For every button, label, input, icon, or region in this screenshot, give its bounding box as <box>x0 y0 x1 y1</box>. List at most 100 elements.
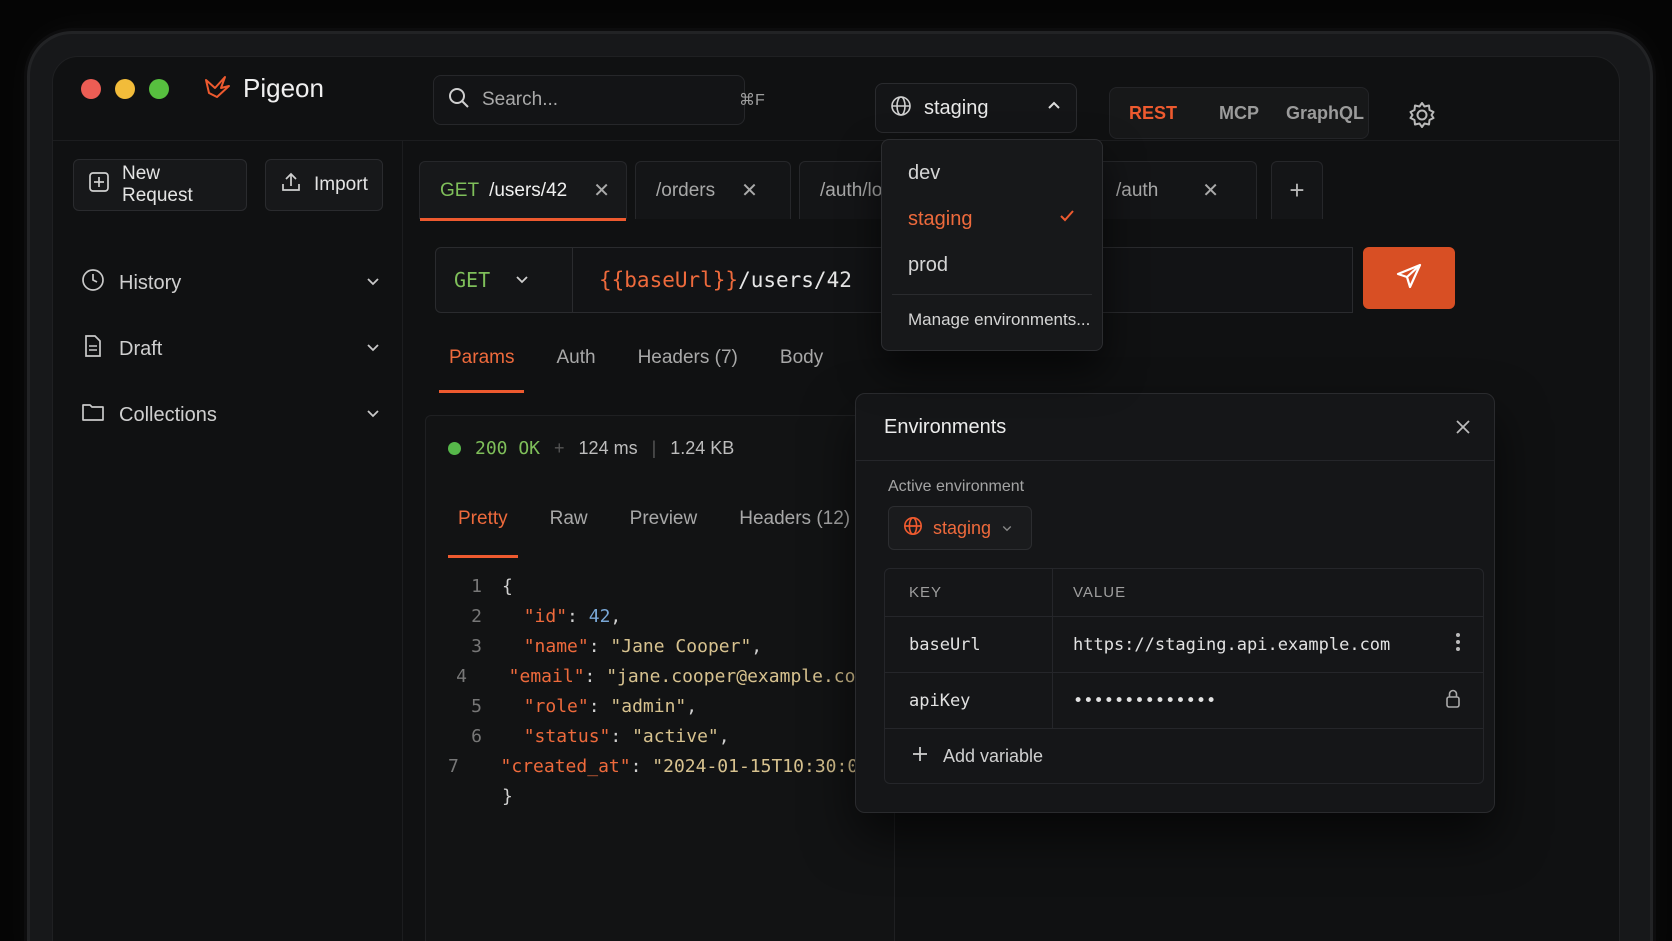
new-request-button[interactable]: New Request <box>73 159 247 211</box>
tab-headers[interactable]: Headers (7) <box>628 347 748 393</box>
line-number: 2 <box>471 606 482 627</box>
plus-icon <box>911 745 929 768</box>
protocol-mcp[interactable]: MCP <box>1196 103 1282 124</box>
table-header: KEY VALUE <box>885 569 1483 617</box>
plus-square-icon <box>88 171 110 199</box>
line-number: 4 <box>456 666 467 687</box>
chevron-down-icon <box>365 338 381 361</box>
variable-value-cell[interactable]: https://staging.api.example.com <box>1053 617 1483 672</box>
active-environment-select[interactable]: staging <box>888 506 1032 550</box>
close-window-button[interactable] <box>81 79 101 99</box>
brand: Pigeon <box>203 71 324 106</box>
app-name: Pigeon <box>243 73 324 103</box>
upload-icon <box>280 171 302 199</box>
code-line: 7 "created_at": "2024-01-15T10:30:00Z" <box>448 752 891 782</box>
tab-auth-settings[interactable]: Auth <box>546 347 605 393</box>
lock-icon[interactable] <box>1445 688 1461 713</box>
tab-params[interactable]: Params <box>439 347 525 393</box>
sidebar-item-history[interactable]: History <box>81 263 381 303</box>
json-value: "jane.cooper@example.com" <box>606 666 878 687</box>
code-brace: } <box>502 786 513 807</box>
protocol-graphql[interactable]: GraphQL <box>1282 103 1368 124</box>
json-key: "id" <box>523 606 568 627</box>
import-button[interactable]: Import <box>265 159 383 211</box>
sidebar-item-label: History <box>119 271 182 294</box>
status-dot-icon <box>448 442 461 455</box>
method-select-value: GET <box>454 268 491 292</box>
environment-option-staging[interactable]: staging <box>882 196 1102 242</box>
minimize-window-button[interactable] <box>115 79 135 99</box>
tab-method: GET <box>440 179 480 201</box>
tab-raw[interactable]: Raw <box>540 508 598 558</box>
tab-pretty[interactable]: Pretty <box>448 508 518 558</box>
line-number <box>448 782 482 812</box>
chevron-down-icon <box>365 272 381 295</box>
tab-path: /users/42 <box>489 179 568 201</box>
tab-orders[interactable]: /orders ✕ <box>635 161 791 219</box>
send-button[interactable] <box>1363 247 1455 309</box>
new-request-label: New Request <box>122 163 193 206</box>
environment-select-value: staging <box>924 96 989 119</box>
json-key: "role" <box>523 696 589 717</box>
variable-key[interactable]: apiKey <box>885 673 1053 728</box>
environment-dropdown: dev staging prod Manage environments... <box>881 139 1103 351</box>
chevron-down-icon <box>365 404 381 427</box>
chevron-up-icon <box>1046 98 1062 119</box>
code-line: 3 "name": "Jane Cooper", <box>448 632 888 662</box>
close-icon[interactable] <box>1454 418 1472 441</box>
code-line: 4 "email": "jane.cooper@example.com", <box>448 662 888 692</box>
variable-key[interactable]: baseUrl <box>885 617 1053 672</box>
add-tab-button[interactable]: + <box>1271 161 1323 219</box>
app-window: Pigeon ⌘F staging REST MCP GraphQL <box>52 56 1620 941</box>
json-value: "active" <box>632 726 719 747</box>
manage-environments-link[interactable]: Manage environments... <box>908 310 1090 330</box>
tab-preview[interactable]: Preview <box>620 508 708 558</box>
protocol-rest[interactable]: REST <box>1110 103 1196 124</box>
more-vertical-icon[interactable] <box>1455 632 1461 657</box>
json-key: "name" <box>523 636 589 657</box>
variable-value-cell[interactable]: •••••••••••••• <box>1053 673 1483 728</box>
send-icon <box>1394 261 1424 296</box>
globe-icon <box>890 95 912 122</box>
add-variable-button[interactable]: Add variable <box>885 729 1483 783</box>
response-tabs: Pretty Raw Preview Headers (12) <box>448 508 882 558</box>
tab-users-42[interactable]: GET /users/42 ✕ <box>419 161 627 221</box>
sidebar-item-label: Collections <box>119 403 217 426</box>
line-number: 6 <box>471 726 482 747</box>
close-tab-icon[interactable]: ✕ <box>593 178 610 203</box>
sidebar-item-collections[interactable]: Collections <box>81 395 381 435</box>
add-variable-label: Add variable <box>943 745 1044 766</box>
code-line: 1{ <box>448 572 888 602</box>
code-line: 6 "status": "active", <box>448 722 888 752</box>
json-key: "status" <box>523 726 611 747</box>
environment-option-dev[interactable]: dev <box>882 150 1102 196</box>
response-body: 1{2 "id": 42, 3 "name": "Jane Cooper", 4 "… <box>448 572 891 812</box>
environment-option-prod[interactable]: prod <box>882 242 1102 288</box>
search-input[interactable] <box>482 89 727 111</box>
tab-auth[interactable]: /auth ✕ <box>1095 161 1257 219</box>
sidebar-item-draft[interactable]: Draft <box>81 329 381 369</box>
json-key: "created_at" <box>500 756 631 777</box>
folder-icon <box>81 400 105 430</box>
tab-path: /auth/lo <box>820 179 883 201</box>
tab-path: /orders <box>656 179 716 201</box>
search-box[interactable]: ⌘F <box>433 75 765 125</box>
tab-response-headers[interactable]: Headers (12) <box>729 508 860 558</box>
method-select[interactable]: GET <box>435 247 573 313</box>
response-time: 124 ms <box>578 438 638 458</box>
variable-value-masked: •••••••••••••• <box>1073 690 1217 711</box>
variables-table: KEY VALUE baseUrl https://staging.api.ex… <box>884 568 1484 784</box>
close-tab-icon[interactable]: ✕ <box>741 178 758 203</box>
settings-gear-icon[interactable] <box>1408 101 1436 134</box>
response-status: 200 OK + 124 ms | 1.24 KB <box>448 438 734 459</box>
json-value: "Jane Cooper" <box>610 636 752 657</box>
close-tab-icon[interactable]: ✕ <box>1202 178 1219 203</box>
json-key: "email" <box>508 666 585 687</box>
tab-body[interactable]: Body <box>770 347 833 393</box>
environment-select[interactable]: staging <box>875 83 1077 133</box>
title-bar: Pigeon ⌘F staging REST MCP GraphQL <box>53 57 1619 141</box>
globe-icon <box>903 516 923 541</box>
maximize-window-button[interactable] <box>149 79 169 99</box>
line-number: 5 <box>471 696 482 717</box>
table-row: apiKey •••••••••••••• <box>885 673 1483 729</box>
